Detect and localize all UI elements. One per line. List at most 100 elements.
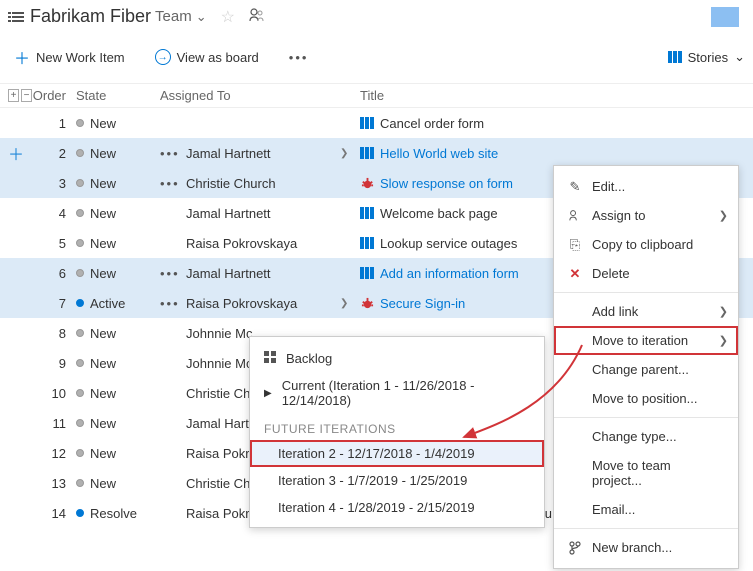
add-link-item[interactable]: Add link❯ bbox=[554, 297, 738, 326]
row-actions-button[interactable]: ••• bbox=[160, 266, 186, 281]
chevron-down-icon[interactable]: ⌄ bbox=[196, 9, 207, 25]
more-actions-button[interactable]: ••• bbox=[283, 46, 315, 69]
order-cell: 9 bbox=[32, 356, 76, 371]
row-actions-button[interactable]: ••• bbox=[160, 296, 186, 311]
title-cell[interactable]: Hello World web site bbox=[360, 146, 745, 161]
col-order[interactable]: Order bbox=[32, 88, 76, 103]
change-type-item[interactable]: Change type... bbox=[554, 422, 738, 451]
title-text: Slow response on form bbox=[380, 176, 513, 191]
add-child-button[interactable]: ＋ bbox=[8, 141, 32, 165]
change-parent-item[interactable]: Change parent... bbox=[554, 355, 738, 384]
email-label: Email... bbox=[592, 502, 635, 517]
backlog-item[interactable]: Backlog bbox=[250, 345, 544, 372]
assign-to-label: Assign to bbox=[592, 208, 645, 223]
person-icon bbox=[568, 209, 582, 223]
future-iterations-label: FUTURE ITERATIONS bbox=[250, 414, 544, 440]
state-dot-icon bbox=[76, 209, 84, 217]
state-cell: New bbox=[76, 476, 160, 491]
state-dot-icon bbox=[76, 269, 84, 277]
state-cell: New bbox=[76, 206, 160, 221]
edit-item[interactable]: ✎Edit... bbox=[554, 172, 738, 201]
order-cell: 7 bbox=[32, 296, 76, 311]
col-state[interactable]: State bbox=[76, 88, 160, 103]
table-header: +− Order State Assigned To Title bbox=[0, 84, 753, 108]
bug-icon bbox=[360, 296, 374, 310]
iteration-3-item[interactable]: Iteration 3 - 1/7/2019 - 1/25/2019 bbox=[250, 467, 544, 494]
team-name[interactable]: Fabrikam Fiber bbox=[30, 6, 151, 27]
copy-clipboard-item[interactable]: ⎘Copy to clipboard bbox=[554, 230, 738, 259]
order-cell: 13 bbox=[32, 476, 76, 491]
state-cell: New bbox=[76, 416, 160, 431]
expand-collapse-buttons[interactable]: +− bbox=[8, 89, 32, 102]
delete-icon: ✕ bbox=[568, 267, 582, 281]
people-icon[interactable] bbox=[249, 8, 265, 26]
new-work-item-button[interactable]: ＋New Work Item bbox=[8, 41, 131, 73]
title-cell[interactable]: Cancel order form bbox=[360, 116, 745, 131]
blank-icon bbox=[568, 363, 582, 377]
order-cell: 10 bbox=[32, 386, 76, 401]
backlog-icon bbox=[8, 9, 24, 25]
expand-row-button[interactable]: ❯ bbox=[340, 148, 360, 159]
current-iteration-item[interactable]: ▶ Current (Iteration 1 - 11/26/2018 - 12… bbox=[250, 372, 544, 414]
table-row[interactable]: 1NewCancel order form bbox=[0, 108, 753, 138]
expand-all-icon[interactable]: + bbox=[8, 89, 19, 102]
favorite-star-icon[interactable]: ☆ bbox=[221, 7, 235, 27]
email-item[interactable]: Email... bbox=[554, 495, 738, 524]
team-suffix[interactable]: Team bbox=[155, 8, 192, 25]
order-cell: 2 bbox=[32, 146, 76, 161]
chevron-right-icon: ❯ bbox=[719, 334, 728, 347]
state-dot-icon bbox=[76, 149, 84, 157]
state-cell: New bbox=[76, 116, 160, 131]
row-actions-button[interactable]: ••• bbox=[160, 146, 186, 161]
table-row[interactable]: ＋2New•••Jamal Hartnett❯Hello World web s… bbox=[0, 138, 753, 168]
order-cell: 11 bbox=[32, 416, 76, 431]
state-text: New bbox=[90, 146, 116, 161]
state-cell: New bbox=[76, 446, 160, 461]
state-dot-icon bbox=[76, 389, 84, 397]
blank-icon bbox=[568, 466, 582, 480]
iteration-2-item[interactable]: Iteration 2 - 12/17/2018 - 1/4/2019 bbox=[250, 440, 544, 467]
separator bbox=[554, 292, 738, 293]
title-text: Lookup service outages bbox=[380, 236, 517, 251]
branch-icon bbox=[568, 541, 582, 555]
new-branch-item[interactable]: New branch... bbox=[554, 533, 738, 562]
delete-item[interactable]: ✕ Delete bbox=[554, 259, 738, 288]
move-toT-iteration-item[interactable]: Move to iteration❯ bbox=[554, 326, 738, 355]
backlog-icon bbox=[264, 351, 276, 366]
context-menu: ✎Edit... Assign to❯ ⎘Copy to clipboard ✕… bbox=[553, 165, 739, 569]
view-as-board-button[interactable]: →View as board bbox=[149, 45, 265, 69]
stories-icon bbox=[668, 51, 682, 63]
delete-label: Delete bbox=[592, 266, 630, 281]
move-position-item[interactable]: Move to position... bbox=[554, 384, 738, 413]
accent-block bbox=[711, 7, 739, 27]
order-cell: 14 bbox=[32, 506, 76, 521]
story-icon bbox=[360, 206, 374, 220]
state-text: New bbox=[90, 326, 116, 341]
title-text: Cancel order form bbox=[380, 116, 484, 131]
state-text: New bbox=[90, 266, 116, 281]
col-assigned[interactable]: Assigned To bbox=[160, 88, 340, 103]
state-dot-icon bbox=[76, 479, 84, 487]
state-cell: Resolve bbox=[76, 506, 160, 521]
state-dot-icon bbox=[76, 299, 84, 307]
story-icon bbox=[360, 266, 374, 280]
iteration-submenu: Backlog ▶ Current (Iteration 1 - 11/26/2… bbox=[249, 336, 545, 528]
state-dot-icon bbox=[76, 509, 84, 517]
order-cell: 12 bbox=[32, 446, 76, 461]
blank-icon bbox=[568, 305, 582, 319]
col-title[interactable]: Title bbox=[360, 88, 745, 103]
collapse-all-icon[interactable]: − bbox=[21, 89, 32, 102]
state-text: New bbox=[90, 446, 116, 461]
state-cell: New bbox=[76, 356, 160, 371]
title-text: Add an information form bbox=[380, 266, 519, 281]
chevron-right-icon: ❯ bbox=[719, 305, 728, 318]
title-text: Secure Sign-in bbox=[380, 296, 465, 311]
stories-dropdown[interactable]: Stories ⌄ bbox=[668, 49, 745, 65]
row-actions-button[interactable]: ••• bbox=[160, 176, 186, 191]
expand-row-button[interactable]: ❯ bbox=[340, 298, 360, 309]
assign-to-item[interactable]: Assign to❯ bbox=[554, 201, 738, 230]
move-team-item[interactable]: Move to team project... bbox=[554, 451, 738, 495]
state-cell: New bbox=[76, 146, 160, 161]
iteration-4-item[interactable]: Iteration 4 - 1/28/2019 - 2/15/2019 bbox=[250, 494, 544, 521]
story-icon bbox=[360, 236, 374, 250]
